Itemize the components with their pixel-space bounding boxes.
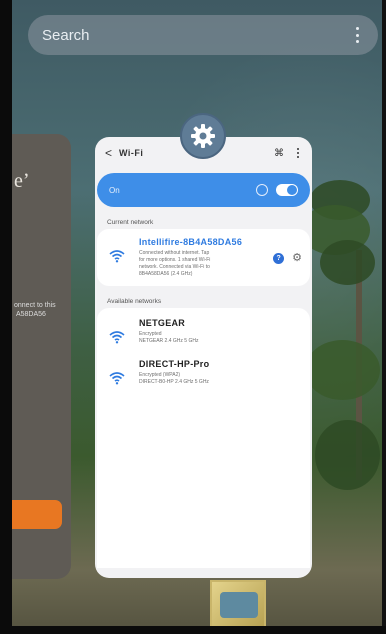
wifi-more-icon[interactable]	[294, 148, 302, 158]
wifi-toggle-label: On	[109, 185, 120, 195]
previous-app-card[interactable]: eʼ onnect to this A58DA56	[12, 134, 71, 579]
wifi-settings-card[interactable]: < Wi-Fi ⌘ On Current network Intellifire…	[95, 137, 312, 578]
screen-edge-bottom	[0, 626, 386, 634]
left-card-action-button[interactable]	[12, 500, 62, 529]
wifi-icon	[109, 250, 125, 263]
screen-edge-right	[382, 0, 386, 634]
current-network-name: Intellifire-8B4A58DA56	[139, 237, 243, 247]
network-detail: Encrypted NETGEAR 2.4 GHz 5 GHz	[139, 331, 199, 344]
list-item[interactable]: DIRECT-HP-Pro Encrypted (WPA2) DIRECT-B0…	[109, 355, 302, 396]
left-card-heading: eʼ	[14, 170, 30, 192]
more-vert-icon[interactable]	[350, 25, 364, 45]
palm-foliage	[300, 180, 382, 510]
network-name: DIRECT-HP-Pro	[139, 359, 210, 369]
available-networks-list: NETGEAR Encrypted NETGEAR 2.4 GHz 5 GHz …	[97, 308, 310, 568]
background-poster	[210, 580, 266, 628]
network-name: NETGEAR	[139, 318, 186, 328]
help-icon[interactable]: ?	[273, 253, 285, 264]
search-bar[interactable]: Search	[28, 15, 378, 55]
wifi-toggle-switch[interactable]	[276, 184, 298, 196]
current-network-label: Current network	[107, 219, 154, 226]
current-network-item[interactable]: Intellifire-8B4A58DA56 Connected without…	[97, 229, 310, 286]
left-card-text: onnect to this A58DA56	[14, 302, 56, 318]
network-settings-gear-icon[interactable]: ⚙	[292, 253, 302, 264]
gear-icon	[191, 124, 215, 148]
wifi-lock-icon	[109, 331, 125, 344]
current-network-detail: Connected without internet. Tap for more…	[139, 250, 211, 277]
recent-apps-screen: Search eʼ onnect to this A58DA56 < Wi-Fi…	[0, 0, 386, 634]
screen-edge-left	[0, 0, 12, 634]
settings-app-icon[interactable]	[180, 113, 226, 159]
wifi-ring-icon	[256, 184, 268, 196]
list-item[interactable]: NETGEAR Encrypted NETGEAR 2.4 GHz 5 GHz	[109, 314, 302, 355]
wifi-toggle-row[interactable]: On	[97, 173, 310, 207]
wifi-direct-icon[interactable]: ⌘	[274, 148, 284, 159]
back-icon[interactable]: <	[105, 146, 119, 160]
wifi-lock-icon	[109, 372, 125, 385]
search-label: Search	[42, 26, 90, 44]
network-detail: Encrypted (WPA2) DIRECT-B0-HP 2.4 GHz 5 …	[139, 372, 209, 385]
available-networks-label: Available networks	[107, 298, 162, 305]
